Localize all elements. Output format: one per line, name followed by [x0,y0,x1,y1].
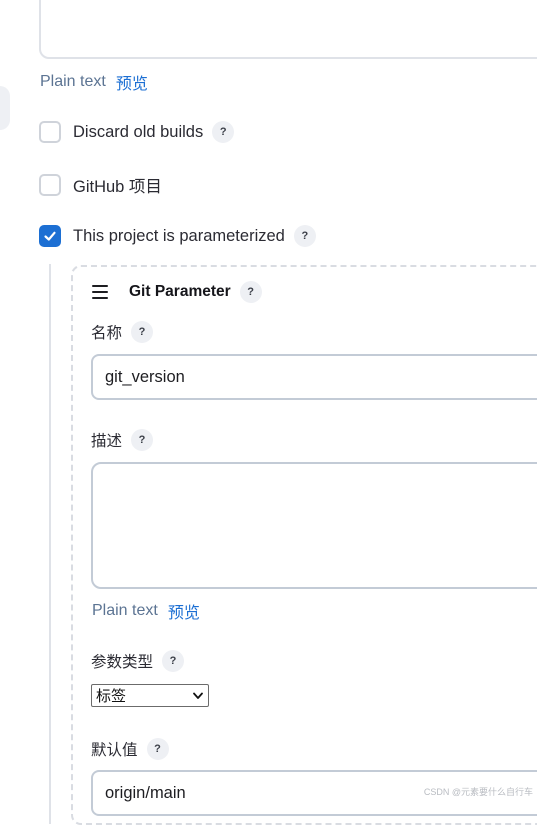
github-project-checkbox[interactable] [39,174,61,196]
preview-link[interactable]: 预览 [116,70,148,94]
name-input[interactable]: git_version [91,354,537,400]
param-type-label: 参数类型 [91,654,154,671]
option-discard-old-builds[interactable]: Discard old builds ? [39,121,235,143]
git-parameter-title: Git Parameter [129,283,231,300]
param-type-label-row: 参数类型 ? [91,650,185,672]
option-parameterized[interactable]: This project is parameterized ? [39,225,316,247]
description-textarea[interactable] [39,0,537,59]
default-value-label-row: 默认值 ? [91,738,169,760]
option-label: Discard old builds [73,122,204,141]
help-icon[interactable]: ? [212,121,235,143]
help-icon[interactable]: ? [162,650,185,672]
param-type-selected: 标签 [96,688,127,705]
help-icon[interactable]: ? [131,429,154,451]
drag-handle-icon[interactable] [92,285,108,299]
watermark: CSDN @元素要什么自行车 [423,787,533,797]
name-label-row: 名称 ? [91,321,154,343]
discard-old-builds-checkbox[interactable] [39,121,61,143]
option-github-project[interactable]: GitHub 项目 [39,173,162,197]
git-parameter-header: Git Parameter ? [92,281,262,303]
help-icon[interactable]: ? [146,738,169,760]
preview-link[interactable]: 预览 [168,599,200,623]
plain-text-link[interactable]: Plain text [92,602,158,620]
option-label: This project is parameterized [73,226,285,245]
help-icon[interactable]: ? [131,321,154,343]
help-icon[interactable]: ? [293,225,316,247]
plain-text-link[interactable]: Plain text [40,73,106,91]
parameterized-checkbox[interactable] [39,225,61,247]
description-label-row: 描述 ? [91,429,154,451]
param-format-links: Plain text 预览 [92,599,200,623]
checkmark-icon [44,231,56,241]
name-label: 名称 [91,325,123,342]
chevron-down-icon [193,692,203,699]
help-icon[interactable]: ? [239,281,262,303]
top-format-links: Plain text 预览 [40,70,148,94]
name-input-value: git_version [105,367,185,386]
description-label: 描述 [91,433,123,450]
param-type-select[interactable]: 标签 [91,684,209,707]
sidebar-tab [0,86,10,130]
default-value-input-value: origin/main [105,783,186,802]
nested-indent-line [49,264,51,824]
default-value-label: 默认值 [91,742,138,759]
option-label: GitHub 项目 [73,178,162,196]
parameter-description-textarea[interactable] [91,462,537,589]
